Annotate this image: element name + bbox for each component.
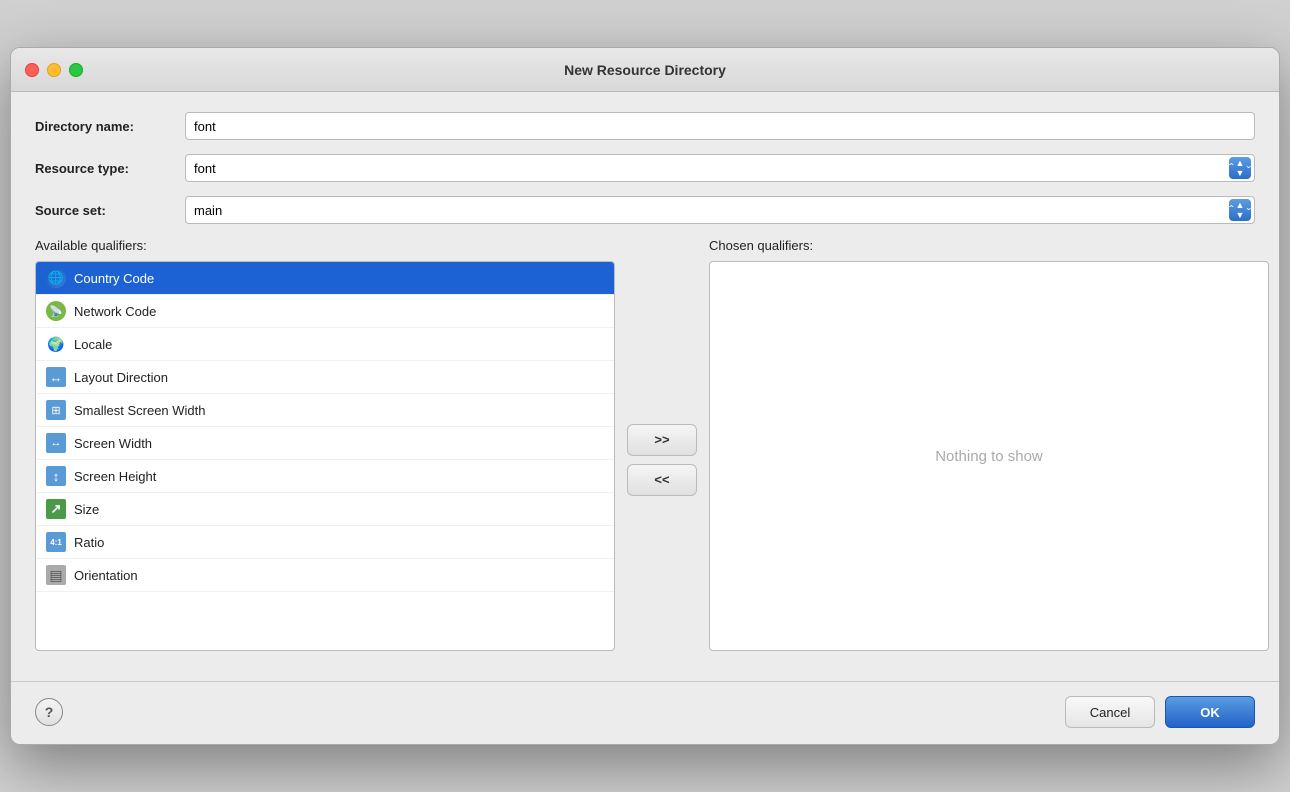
directory-name-label: Directory name: [35, 119, 185, 134]
cancel-button[interactable]: Cancel [1065, 696, 1155, 728]
globe-selected-icon: 🌐 [48, 270, 64, 286]
source-set-select-wrapper: main test androidTest ▲ ▼ [185, 196, 1255, 224]
height-icon: ↕ [53, 469, 60, 484]
list-item-locale[interactable]: 🌍 Locale [36, 328, 614, 361]
list-item-label-screen-height: Screen Height [74, 469, 156, 484]
ratio-label-icon: 4:1 [50, 538, 62, 547]
list-item-orientation[interactable]: ▤ Orientation [36, 559, 614, 592]
layout-direction-icon: ↔ [46, 367, 66, 387]
ok-button[interactable]: OK [1165, 696, 1255, 728]
list-item-label-size: Size [74, 502, 99, 517]
screen-width-icon: ↔ [46, 433, 66, 453]
list-item-label-country-code: Country Code [74, 271, 154, 286]
list-item-screen-height[interactable]: ↕ Screen Height [36, 460, 614, 493]
nothing-to-show-text: Nothing to show [935, 448, 1043, 465]
source-set-select[interactable]: main test androidTest [185, 196, 1255, 224]
list-item-label-smallest-screen-width: Smallest Screen Width [74, 403, 206, 418]
dialog-content: Directory name: Resource type: font layo… [11, 92, 1279, 671]
list-item-label-locale: Locale [74, 337, 112, 352]
resource-type-select-wrapper: font layout drawable mipmap menu raw val… [185, 154, 1255, 182]
list-item-screen-width[interactable]: ↔ Screen Width [36, 427, 614, 460]
minimize-button[interactable] [47, 63, 61, 77]
locale-icon: 🌍 [46, 334, 66, 354]
list-item-label-orientation: Orientation [74, 568, 138, 583]
globe-icon: 🌍 [47, 336, 64, 353]
available-qualifiers-label: Available qualifiers: [35, 238, 615, 253]
directory-name-row: Directory name: [35, 112, 1255, 140]
directory-name-input[interactable] [185, 112, 1255, 140]
width-icon: ↔ [51, 437, 62, 449]
ratio-icon: 4:1 [46, 532, 66, 552]
help-button[interactable]: ? [35, 698, 63, 726]
resource-type-select[interactable]: font layout drawable mipmap menu raw val… [185, 154, 1255, 182]
list-item-label-ratio: Ratio [74, 535, 104, 550]
list-item-size[interactable]: ↗ Size [36, 493, 614, 526]
network-code-icon: 📡 [46, 301, 66, 321]
available-qualifiers-panel: Available qualifiers: 🌐 Country Code 📡 [35, 238, 615, 651]
footer-action-buttons: Cancel OK [1065, 696, 1255, 728]
transfer-buttons: >> << [627, 238, 697, 651]
list-item-smallest-screen-width[interactable]: ⊞ Smallest Screen Width [36, 394, 614, 427]
orientation-symbol-icon: ▤ [49, 567, 62, 584]
dialog-footer: ? Cancel OK [11, 681, 1279, 744]
network-icon: 📡 [49, 305, 63, 318]
country-code-icon: 🌐 [46, 268, 66, 288]
size-icon: ↗ [46, 499, 66, 519]
arrows-horizontal-icon: ↔ [50, 370, 63, 385]
list-item-layout-direction[interactable]: ↔ Layout Direction [36, 361, 614, 394]
source-set-label: Source set: [35, 203, 185, 218]
add-qualifier-button[interactable]: >> [627, 424, 697, 456]
list-item-label-network-code: Network Code [74, 304, 156, 319]
source-set-row: Source set: main test androidTest ▲ ▼ [35, 196, 1255, 224]
list-item-ratio[interactable]: 4:1 Ratio [36, 526, 614, 559]
available-qualifiers-list[interactable]: 🌐 Country Code 📡 Network Code [35, 261, 615, 651]
title-bar-buttons [25, 63, 83, 77]
resource-type-label: Resource type: [35, 161, 185, 176]
smallest-screen-width-icon: ⊞ [46, 400, 66, 420]
title-bar: New Resource Directory [11, 48, 1279, 92]
resource-type-row: Resource type: font layout drawable mipm… [35, 154, 1255, 182]
chosen-qualifiers-label: Chosen qualifiers: [709, 238, 1269, 253]
chosen-qualifiers-list: Nothing to show [709, 261, 1269, 651]
chosen-qualifiers-panel: Chosen qualifiers: Nothing to show [709, 238, 1269, 651]
size-arrow-icon: ↗ [51, 501, 62, 517]
qualifiers-section: Available qualifiers: 🌐 Country Code 📡 [35, 238, 1255, 651]
list-item-label-screen-width: Screen Width [74, 436, 152, 451]
list-item-label-layout-direction: Layout Direction [74, 370, 168, 385]
screen-height-icon: ↕ [46, 466, 66, 486]
list-item-network-code[interactable]: 📡 Network Code [36, 295, 614, 328]
remove-qualifier-button[interactable]: << [627, 464, 697, 496]
dialog-title: New Resource Directory [564, 62, 726, 78]
list-item-country-code[interactable]: 🌐 Country Code [36, 262, 614, 295]
orientation-icon: ▤ [46, 565, 66, 585]
dialog: New Resource Directory Directory name: R… [10, 47, 1280, 745]
maximize-button[interactable] [69, 63, 83, 77]
close-button[interactable] [25, 63, 39, 77]
resize-icon: ⊞ [51, 404, 60, 417]
